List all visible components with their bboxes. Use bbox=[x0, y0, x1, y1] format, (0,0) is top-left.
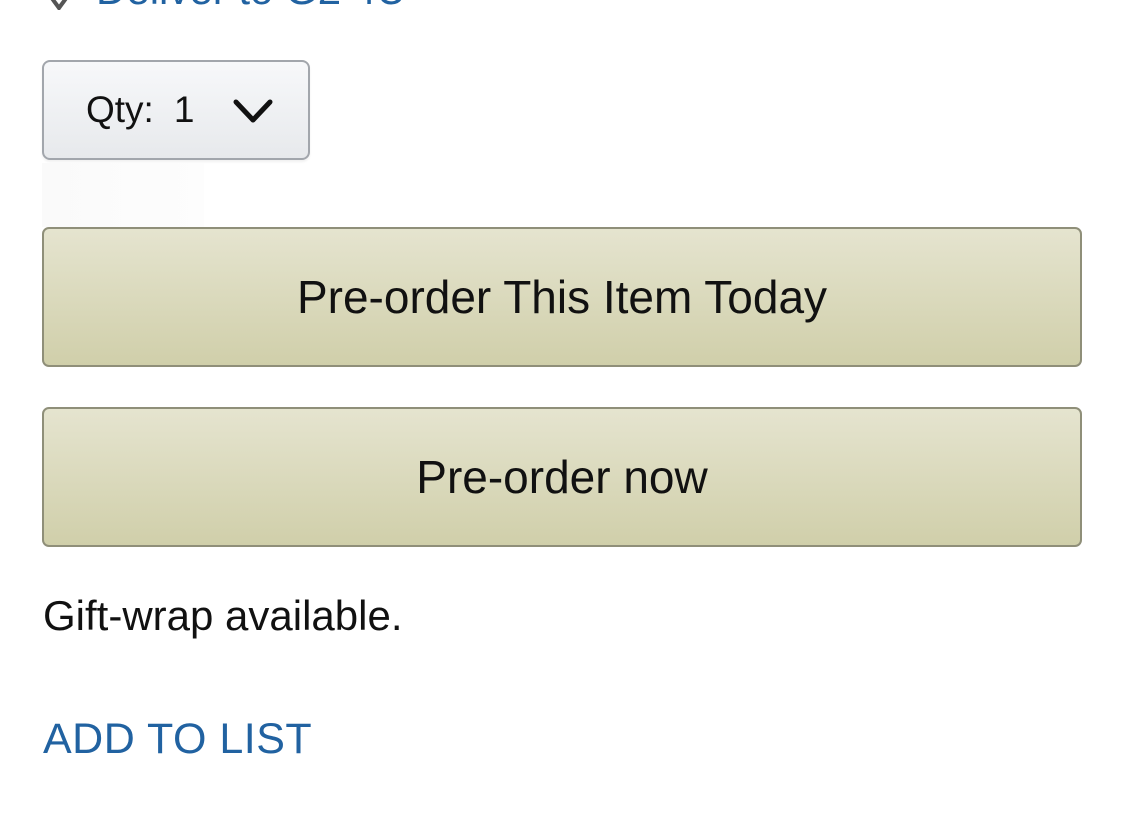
deliver-to-row[interactable]: Deliver to G2 4U bbox=[42, 0, 406, 12]
deliver-to-link[interactable]: Deliver to G2 4U bbox=[96, 0, 406, 11]
preorder-today-button[interactable]: Pre-order This Item Today bbox=[42, 227, 1082, 367]
giftwrap-text: Gift-wrap available. bbox=[43, 592, 403, 639]
quantity-value: 1 bbox=[173, 89, 195, 130]
preorder-now-button[interactable]: Pre-order now bbox=[42, 407, 1082, 547]
preorder-now-label: Pre-order now bbox=[416, 451, 708, 503]
add-to-list-link[interactable]: ADD TO LIST bbox=[43, 715, 312, 764]
background-shade bbox=[42, 163, 204, 227]
quantity-label: Qty: bbox=[86, 89, 154, 130]
preorder-today-label: Pre-order This Item Today bbox=[296, 271, 828, 323]
chevron-down-icon bbox=[232, 98, 274, 126]
location-pin-icon bbox=[42, 0, 76, 12]
product-buy-box: Deliver to G2 4U Qty: 1 Pre-order This I… bbox=[0, 0, 1125, 817]
quantity-dropdown[interactable]: Qty: 1 bbox=[42, 60, 310, 160]
